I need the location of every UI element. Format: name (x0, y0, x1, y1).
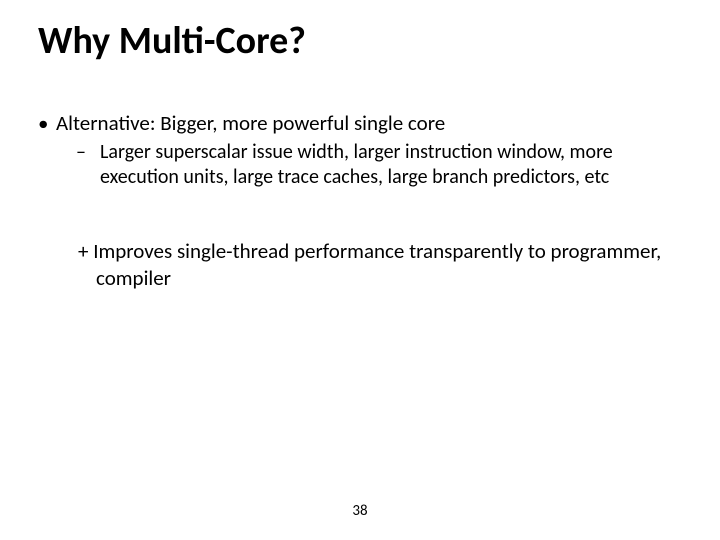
bullet-level1: Alternative: Bigger, more powerful singl… (34, 110, 680, 136)
bullet-plus: + Improves single-thread performance tra… (34, 238, 680, 291)
slide-body: Alternative: Bigger, more powerful singl… (34, 110, 680, 291)
bullet-level2: Larger superscalar issue width, larger i… (34, 140, 680, 190)
page-number: 38 (0, 502, 720, 520)
slide: Why Multi-Core? Alternative: Bigger, mor… (0, 0, 720, 540)
slide-title: Why Multi-Core? (38, 18, 306, 64)
